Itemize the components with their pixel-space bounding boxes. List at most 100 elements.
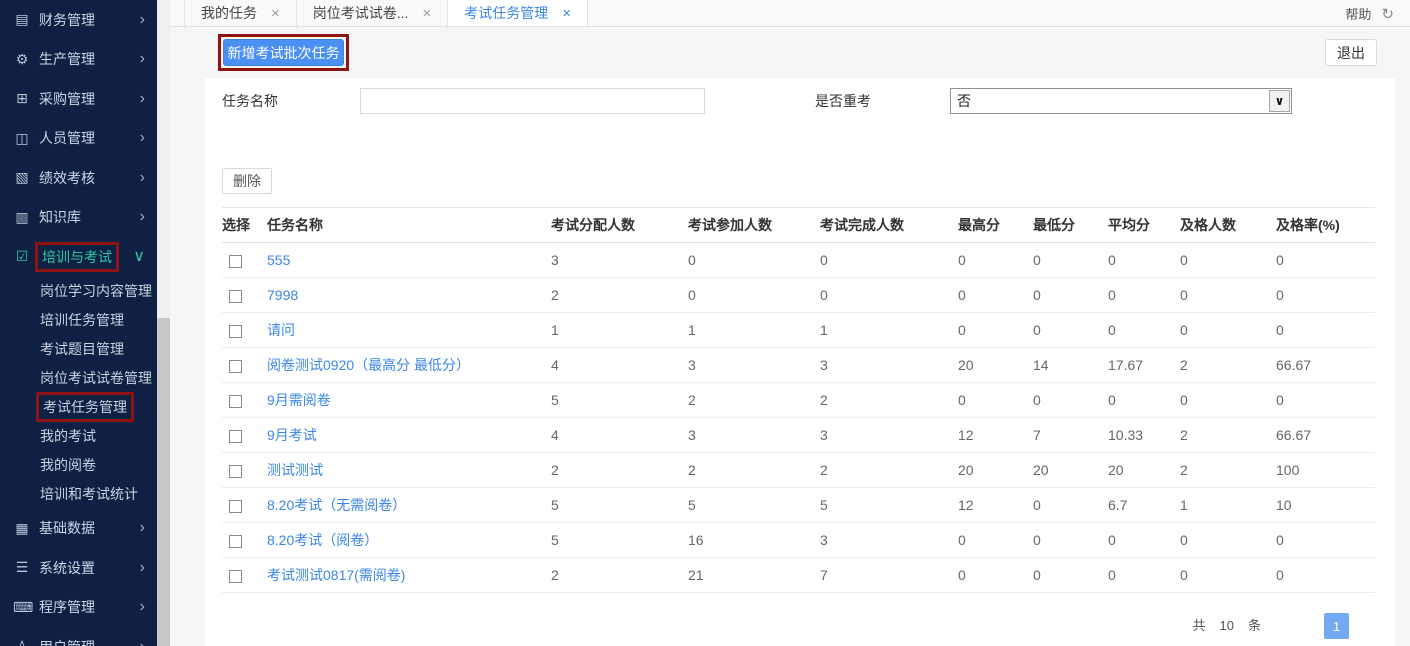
row-checkbox[interactable] [229,395,242,408]
retake-select[interactable]: 否 ∨ [950,88,1292,114]
task-name-link[interactable]: 请问 [267,320,551,340]
table-row: 555 3 0 0 0 0 0 0 0 [222,243,1375,278]
sidebar-item-personnel[interactable]: ◫ 人员管理 › [0,119,157,159]
task-name-link[interactable]: 考试测试0817(需阅卷) [267,565,551,585]
chevron-right-icon: › [140,12,145,28]
tab-exam-papers[interactable]: 岗位考试试卷... × [297,0,448,26]
sidebar-item-production[interactable]: ⚙ 生产管理 › [0,40,157,80]
row-checkbox[interactable] [229,570,242,583]
pass-rate: 0 [1276,392,1375,408]
delete-button[interactable]: 删除 [222,168,272,194]
help-link[interactable]: 帮助 [1345,4,1371,23]
close-icon[interactable]: × [562,6,571,21]
sidebar-scrollbar[interactable] [157,0,170,646]
sidebar-subitem-label: 我的阅卷 [40,455,96,475]
row-checkbox[interactable] [229,325,242,338]
max-score: 0 [958,287,1033,303]
row-checkbox[interactable] [229,535,242,548]
max-score: 0 [958,532,1033,548]
sidebar-subitem[interactable]: 我的阅卷 [0,451,157,480]
col-completed: 考试完成人数 [820,215,958,235]
participated-count: 5 [688,497,820,513]
task-name-input[interactable] [360,88,705,114]
scrollbar-thumb[interactable] [157,318,170,646]
close-icon[interactable]: × [422,6,431,21]
completed-count: 5 [820,497,958,513]
refresh-icon[interactable]: ↻ [1381,5,1394,23]
annotation-box-training-exam: 培训与考试 [35,242,119,272]
tab-exam-task-management[interactable]: 考试任务管理 × [448,0,588,26]
sidebar-item-training-exam[interactable]: ☑ 培训与考试 ∨ [0,237,157,277]
sidebar-item-purchase[interactable]: ⊞ 采购管理 › [0,79,157,119]
performance-icon: ▧ [13,169,31,186]
tab-my-tasks[interactable]: 我的任务 × [184,0,297,26]
chevron-right-icon: › [140,51,145,67]
chevron-right-icon: › [140,209,145,225]
task-name-link[interactable]: 9月需阅卷 [267,390,551,410]
min-score: 0 [1033,567,1108,583]
pass-count: 0 [1180,322,1276,338]
row-checkbox[interactable] [229,255,242,268]
sidebar-subitem[interactable]: 考试任务管理 [0,393,157,422]
row-checkbox[interactable] [229,290,242,303]
sidebar-subitem-label: 我的考试 [40,426,96,446]
sidebar-item-base-data[interactable]: ▦ 基础数据 › [0,509,157,549]
add-exam-batch-task-button[interactable]: 新增考试批次任务 [223,39,344,66]
sidebar-submenu: 岗位学习内容管理 培训任务管理 考试题目管理 岗位考试试卷管理 考试任务管理 我… [0,277,157,509]
task-name-link[interactable]: 测试测试 [267,460,551,480]
sidebar-subitem[interactable]: 岗位学习内容管理 [0,277,157,306]
avg-score: 0 [1108,252,1180,268]
task-name-link[interactable]: 9月考试 [267,425,551,445]
sidebar-item-label: 程序管理 [39,597,140,617]
sidebar-subitem[interactable]: 岗位考试试卷管理 [0,364,157,393]
page-1-button[interactable]: 1 [1324,613,1349,639]
row-checkbox[interactable] [229,465,242,478]
table-row: 阅卷测试0920（最高分 最低分） 4 3 3 20 14 17.67 2 66… [222,348,1375,383]
task-name-link[interactable]: 阅卷测试0920（最高分 最低分） [267,355,551,375]
chevron-right-icon: › [140,560,145,576]
sidebar-subitem-label: 岗位考试试卷管理 [40,368,152,388]
tab-bar: 我的任务 × 岗位考试试卷... × 考试任务管理 × 帮助 ↻ [170,0,1410,27]
row-checkbox[interactable] [229,360,242,373]
table-row: 7998 2 0 0 0 0 0 0 0 [222,278,1375,313]
sidebar-subitem[interactable]: 考试题目管理 [0,335,157,364]
sidebar-subitem[interactable]: 培训和考试统计 [0,480,157,509]
row-checkbox[interactable] [229,500,242,513]
task-name-link[interactable]: 7998 [267,287,551,303]
sidebar-item-user[interactable]: ♙ 用户管理 › [0,627,157,646]
participated-count: 3 [688,357,820,373]
max-score: 0 [958,567,1033,583]
task-name-label: 任务名称 [222,88,278,114]
sidebar-item-system-settings[interactable]: ☰ 系统设置 › [0,548,157,588]
sidebar-item-performance[interactable]: ▧ 绩效考核 › [0,158,157,198]
sidebar-item-label: 人员管理 [39,128,140,148]
completed-count: 1 [820,322,958,338]
sidebar-item-label: 知识库 [39,207,140,227]
assigned-count: 1 [551,322,688,338]
task-name-link[interactable]: 8.20考试（阅卷） [267,530,551,550]
avg-score: 17.67 [1108,357,1180,373]
select-dropdown-icon[interactable]: ∨ [1269,90,1290,112]
sidebar-subitem[interactable]: 培训任务管理 [0,306,157,335]
user-icon: ♙ [13,638,31,646]
tab-label: 考试任务管理 [464,3,548,23]
sidebar-item-program[interactable]: ⌨ 程序管理 › [0,588,157,628]
sidebar-item-finance[interactable]: ▤ 财务管理 › [0,0,157,40]
row-checkbox[interactable] [229,430,242,443]
pass-rate: 0 [1276,287,1375,303]
assigned-count: 2 [551,567,688,583]
sidebar-item-knowledge[interactable]: ▥ 知识库 › [0,198,157,238]
exit-button[interactable]: 退出 [1325,39,1377,66]
assigned-count: 5 [551,392,688,408]
task-name-link[interactable]: 8.20考试（无需阅卷） [267,495,551,515]
assigned-count: 2 [551,287,688,303]
sidebar-item-label: 用户管理 [39,637,140,646]
completed-count: 3 [820,427,958,443]
table-row: 9月考试 4 3 3 12 7 10.33 2 66.67 [222,418,1375,453]
col-max-score: 最高分 [958,215,1033,235]
chevron-right-icon: › [140,130,145,146]
sidebar-subitem[interactable]: 我的考试 [0,422,157,451]
participated-count: 21 [688,567,820,583]
task-name-link[interactable]: 555 [267,252,551,268]
close-icon[interactable]: × [271,6,280,21]
